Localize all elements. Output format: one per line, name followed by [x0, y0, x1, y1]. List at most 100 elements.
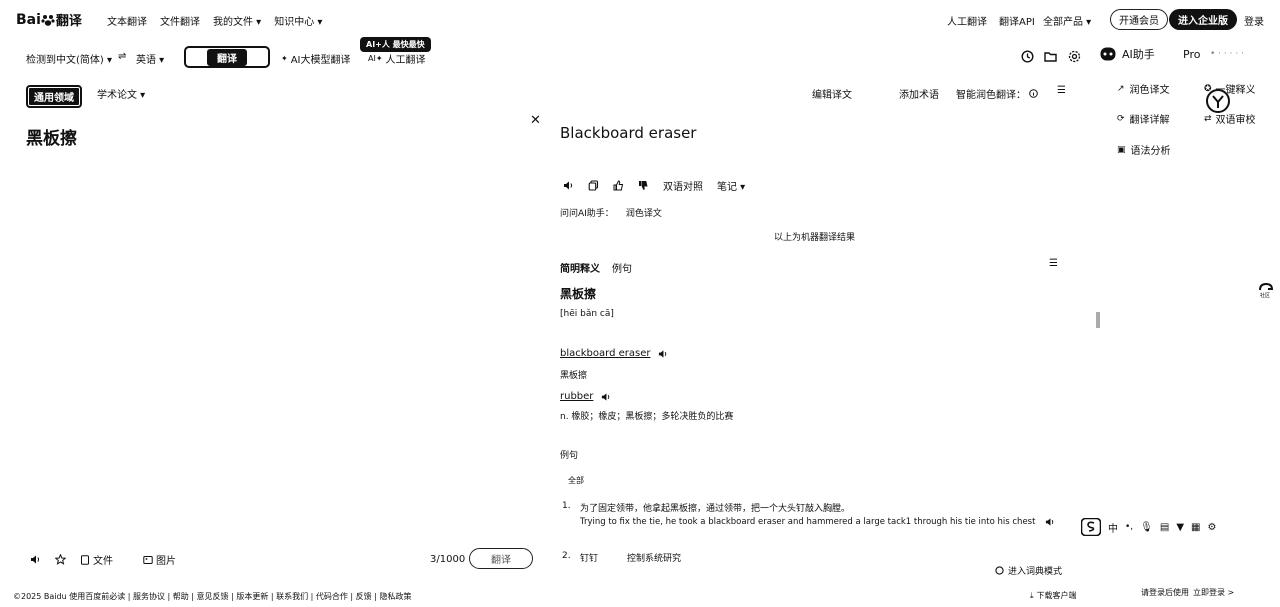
human-translate-link[interactable]: 人工翻译: [947, 13, 987, 28]
info-icon: [1029, 89, 1038, 98]
ime-gear-icon: ⚙: [1207, 521, 1217, 533]
download-client-link[interactable]: ⤓ 下载客户端: [1030, 590, 1077, 601]
thumbs-up-icon[interactable]: [613, 180, 624, 191]
polish-icon: ↗: [1117, 83, 1125, 94]
ai-assistant-logo-icon: [1100, 47, 1116, 61]
ai-model-label: AI大模型翻译: [290, 55, 351, 66]
human-translate-tab[interactable]: AI✦ 人工翻译: [368, 51, 426, 66]
translate-mode-button[interactable]: 翻译: [184, 46, 270, 68]
history-icon[interactable]: [1021, 50, 1034, 63]
entry-2-speaker-icon[interactable]: [601, 392, 611, 402]
sparkle-icon: ✦: [281, 54, 288, 63]
dict-menu-icon[interactable]: ☰: [1049, 258, 1058, 269]
ask-ai-row: 问问AI助手： 润色译文: [560, 206, 662, 219]
panel-resize-handle[interactable]: [1096, 312, 1100, 328]
result-action-bar: 双语对照 笔记 ▾: [563, 178, 745, 193]
ai-model-translate-tab[interactable]: ✦ AI大模型翻译: [281, 51, 351, 66]
tab-concise-definition[interactable]: 简明释义: [560, 260, 600, 275]
ai-grammar-action[interactable]: ▣ 语法分析: [1117, 142, 1171, 158]
clear-source-icon[interactable]: ✕: [530, 113, 541, 128]
translation-result-text[interactable]: Blackboard eraser: [560, 124, 696, 142]
swap-languages-button[interactable]: ⇌: [118, 51, 126, 62]
dict-mode-icon: [995, 566, 1004, 575]
speaker-icon[interactable]: [30, 554, 41, 565]
upload-file-label: 文件: [93, 556, 113, 567]
source-bottom-bar: 文件 图片: [30, 552, 176, 567]
ai-human-badge: AI+人 最快最快: [360, 37, 431, 52]
settings-gear-icon[interactable]: [1068, 50, 1081, 63]
ai-polish-action[interactable]: ↗ 润色译文: [1117, 81, 1170, 97]
example-1-english-row: Trying to fix the tie, he took a blackbo…: [580, 517, 1055, 527]
baidu-logo[interactable]: Bai 翻译: [16, 10, 82, 30]
ai-detail-action[interactable]: ⟳ 翻译详解: [1117, 111, 1170, 127]
all-products-menu[interactable]: 全部产品 ▾: [1043, 13, 1091, 28]
ime-mic-icon: 🎙: [1140, 521, 1153, 533]
source-text[interactable]: 黑板擦: [26, 124, 77, 149]
vip-button[interactable]: 开通会员: [1110, 9, 1168, 30]
example-1-speaker-icon[interactable]: [1045, 517, 1055, 527]
login-now-link[interactable]: 立即登录 >: [1193, 587, 1234, 598]
examples-heading: 例句: [560, 451, 579, 461]
ime-keyboard-icon: ▤: [1159, 521, 1170, 533]
bilingual-toggle[interactable]: 双语对照: [663, 178, 703, 193]
add-term-button[interactable]: 添加术语: [899, 86, 939, 101]
ai-assistant-label: AI助手: [1122, 48, 1155, 61]
example-1-english: Trying to fix the tie, he took a blackbo…: [580, 517, 1036, 527]
login-link[interactable]: 登录: [1244, 13, 1264, 28]
example-2-number: 2.: [562, 551, 571, 561]
translate-submit-button[interactable]: 翻译: [469, 548, 533, 569]
example-2-chinese: 钉钉: [580, 554, 599, 564]
example-filter-all[interactable]: 全部: [568, 475, 584, 486]
academic-domain-select[interactable]: 学术论文 ▾: [97, 86, 145, 101]
upload-image-label: 图片: [156, 556, 176, 567]
target-language-select[interactable]: 英语 ▾: [136, 51, 164, 66]
ime-logo-icon: [1081, 518, 1101, 536]
nav-text-translate[interactable]: 文本翻译: [107, 13, 147, 28]
ai-polish-label: 润色译文: [1129, 85, 1170, 96]
ask-ai-polish-link[interactable]: 润色译文: [626, 206, 662, 219]
grammar-icon: ▣: [1117, 144, 1126, 155]
panel-dots-icon: • · · · · ·: [1210, 49, 1244, 59]
api-link[interactable]: 翻译API: [999, 13, 1035, 28]
ime-chinese-icon: 中: [1108, 523, 1118, 535]
ime-shirt-icon: ▼: [1176, 521, 1185, 533]
source-language-select[interactable]: 检测到中文(简体) ▾: [26, 51, 112, 66]
nav-file-translate[interactable]: 文件翻译: [160, 13, 200, 28]
note-menu[interactable]: 笔记 ▾: [717, 178, 745, 193]
review-icon: ⇄: [1204, 113, 1212, 124]
nav-knowledge-center[interactable]: 知识中心 ▾: [274, 13, 322, 28]
file-icon: [80, 554, 90, 565]
entry-2-definition: n. 橡胶；橡皮；黑板擦；多轮决胜负的比赛: [560, 412, 734, 422]
ime-toolbar[interactable]: 中 •, 🎙 ▤ ▼ ▦ ⚙: [1081, 518, 1216, 536]
ai-assistant-header[interactable]: AI助手: [1100, 46, 1155, 62]
smart-polish-toggle[interactable]: 智能润色翻译：: [956, 86, 1038, 101]
nav-my-files[interactable]: 我的文件 ▾: [213, 13, 261, 28]
pro-label[interactable]: Pro: [1183, 48, 1200, 61]
general-domain-tab[interactable]: 通用领域: [26, 85, 82, 108]
machine-translation-note: 以上为机器翻译结果: [774, 233, 856, 243]
dict-mode-button[interactable]: 进入词典模式: [995, 564, 1062, 577]
footer-links[interactable]: ©2025 Baidu 使用百度前必读 | 服务协议 | 帮助 | 意见反馈 |…: [13, 591, 411, 602]
download-icon: ⤓: [1030, 590, 1034, 600]
entry-1-word[interactable]: blackboard eraser: [560, 348, 650, 359]
output-menu-icon[interactable]: ☰: [1057, 85, 1066, 96]
favorite-star-icon[interactable]: [55, 554, 66, 565]
upload-file-button[interactable]: 文件: [80, 552, 113, 567]
entry-1-speaker-icon[interactable]: [658, 349, 668, 359]
tab-examples[interactable]: 例句: [612, 260, 632, 275]
ask-ai-label: 问问AI助手：: [560, 209, 614, 219]
example-2-more: 控制系统研究: [627, 554, 682, 564]
svg-text:社区: 社区: [1260, 292, 1270, 299]
edit-translation-button[interactable]: 编辑译文: [812, 86, 852, 101]
dict-tabs: 简明释义 例句: [560, 260, 632, 275]
thumbs-down-icon[interactable]: [638, 180, 649, 191]
copy-icon[interactable]: [588, 180, 599, 191]
floating-helper-icon[interactable]: 社区: [1257, 281, 1275, 299]
folder-icon[interactable]: [1044, 50, 1057, 63]
enterprise-button[interactable]: 进入企业版: [1169, 9, 1237, 30]
result-speaker-icon[interactable]: [563, 180, 574, 191]
entry-2-word[interactable]: rubber: [560, 391, 593, 402]
image-icon: [143, 555, 153, 565]
download-client-label: 下载客户端: [1036, 591, 1077, 600]
upload-image-button[interactable]: 图片: [143, 552, 176, 567]
